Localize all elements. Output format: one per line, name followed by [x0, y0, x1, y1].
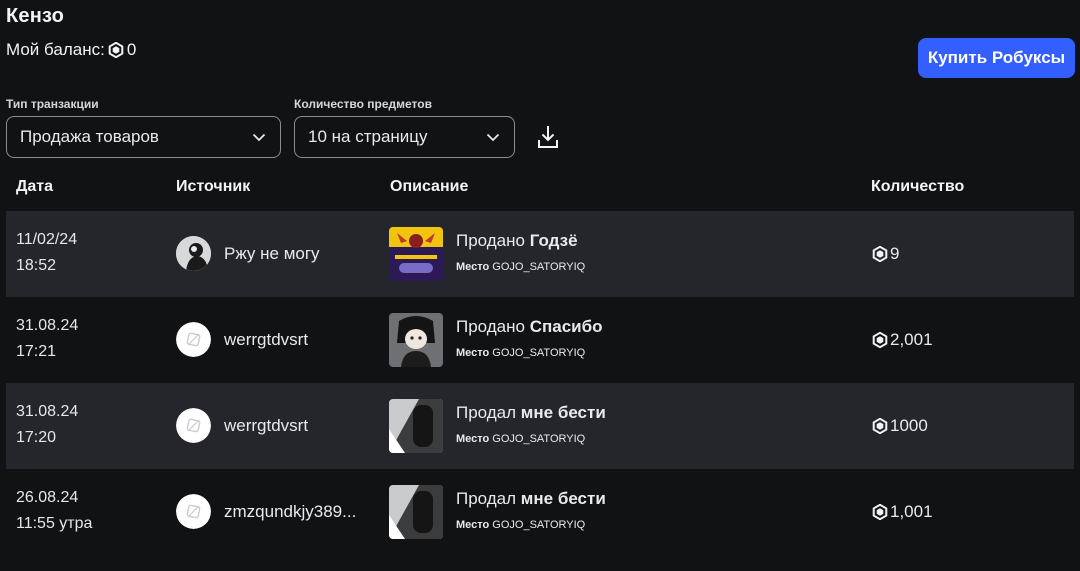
column-header-source: Источник [176, 178, 251, 195]
transaction-type-value: Продажа товаров [20, 127, 159, 146]
amount: 1,001 [872, 502, 933, 522]
description-item[interactable]: Спасибо [530, 317, 603, 336]
row-date-day: 11/02/24 [16, 231, 78, 248]
row-date-day: 31.08.24 [16, 403, 79, 420]
row-date: 31.08.24 17:20 [16, 399, 78, 451]
items-count-select[interactable]: 10 на страницу [294, 116, 515, 158]
chevron-down-icon [252, 133, 266, 141]
row-date-day: 26.08.24 [16, 489, 79, 506]
avatar-placeholder-icon[interactable] [176, 494, 211, 529]
place-label: Место [456, 519, 490, 531]
description-place: Место GOJO_SATORYIQ [456, 347, 585, 359]
robux-icon [872, 246, 888, 262]
row-date-day: 31.08.24 [16, 317, 79, 334]
column-header-description: Описание [390, 178, 469, 195]
avatar-image [176, 236, 211, 271]
items-count-value: 10 на страницу [308, 127, 428, 146]
row-date-time: 17:20 [16, 429, 57, 446]
row-date-time: 11:55 утра [16, 515, 93, 532]
table-row: 26.08.24 11:55 утра zmzqundkjy389... Про… [6, 469, 1074, 555]
item-thumbnail-image [389, 313, 443, 367]
description-action: Продал [456, 403, 517, 422]
source-name[interactable]: werrgtdvsrt [224, 330, 308, 350]
amount-value: 9 [890, 244, 900, 263]
description-action: Продано [456, 231, 525, 250]
description-title: Продал мне бести [456, 489, 606, 509]
download-icon[interactable] [536, 124, 560, 150]
description-place: Место GOJO_SATORYIQ [456, 433, 585, 445]
avatar-placeholder-icon[interactable] [176, 408, 211, 443]
buy-robux-button[interactable]: Купить Робуксы [918, 38, 1075, 78]
transaction-type-label: Тип транзакции [6, 97, 99, 111]
table-row: 31.08.24 17:21 werrgtdvsrt Продано Спаси… [6, 297, 1074, 383]
amount-value: 2,001 [890, 330, 933, 349]
description-item[interactable]: мне бести [521, 403, 606, 422]
chevron-down-icon [486, 133, 500, 141]
amount: 9 [872, 244, 899, 264]
robux-icon [872, 504, 888, 520]
item-thumbnail-image [389, 227, 443, 281]
amount: 1000 [872, 416, 928, 436]
transaction-type-select[interactable]: Продажа товаров [6, 116, 281, 158]
amount-value: 1,001 [890, 502, 933, 521]
avatar[interactable] [176, 236, 211, 271]
balance-value: 0 [126, 40, 137, 59]
description-item[interactable]: Годзё [530, 231, 578, 250]
row-date-time: 17:21 [16, 343, 57, 360]
robux-icon [872, 418, 888, 434]
item-thumbnail[interactable] [389, 227, 443, 281]
place-label: Место [456, 261, 490, 273]
description-title: Продал мне бести [456, 403, 606, 423]
place-name[interactable]: GOJO_SATORYIQ [492, 261, 585, 273]
row-date: 31.08.24 17:21 [16, 313, 78, 365]
source-name[interactable]: werrgtdvsrt [224, 416, 308, 436]
description-action: Продано [456, 317, 525, 336]
amount: 2,001 [872, 330, 933, 350]
balance-label: Мой баланс: [6, 40, 105, 59]
items-count-label: Количество предметов [294, 97, 432, 111]
row-date-time: 18:52 [16, 257, 57, 274]
table-row: 31.08.24 17:20 werrgtdvsrt Продал мне бе… [6, 383, 1074, 469]
source-name[interactable]: zmzqundkjy389... [224, 502, 356, 522]
avatar-placeholder-icon[interactable] [176, 322, 211, 357]
place-name[interactable]: GOJO_SATORYIQ [492, 433, 585, 445]
description-item[interactable]: мне бести [521, 489, 606, 508]
description-action: Продал [456, 489, 517, 508]
column-header-amount: Количество [871, 178, 965, 195]
item-thumbnail[interactable] [389, 313, 443, 367]
place-label: Место [456, 347, 490, 359]
row-date: 11/02/24 18:52 [16, 227, 77, 279]
description-place: Место GOJO_SATORYIQ [456, 261, 585, 273]
column-header-date: Дата [16, 178, 54, 195]
robux-icon [872, 332, 888, 348]
source-name[interactable]: Ржу не могу [224, 244, 320, 264]
row-date: 26.08.24 11:55 утра [16, 485, 92, 537]
item-thumbnail[interactable] [389, 399, 443, 453]
item-thumbnail-image [389, 485, 443, 539]
place-name[interactable]: GOJO_SATORYIQ [492, 347, 585, 359]
page-title: Кензо [6, 5, 65, 27]
description-title: Продано Спасибо [456, 317, 603, 337]
item-thumbnail[interactable] [389, 485, 443, 539]
robux-icon [108, 42, 124, 58]
description-place: Место GOJO_SATORYIQ [456, 519, 585, 531]
amount-value: 1000 [890, 416, 928, 435]
table-row: 11/02/24 18:52 Ржу не могу Продано Годзё… [6, 211, 1074, 297]
item-thumbnail-image [389, 399, 443, 453]
place-label: Место [456, 433, 490, 445]
description-title: Продано Годзё [456, 231, 578, 251]
balance: Мой баланс: 0 [6, 40, 136, 60]
place-name[interactable]: GOJO_SATORYIQ [492, 519, 585, 531]
